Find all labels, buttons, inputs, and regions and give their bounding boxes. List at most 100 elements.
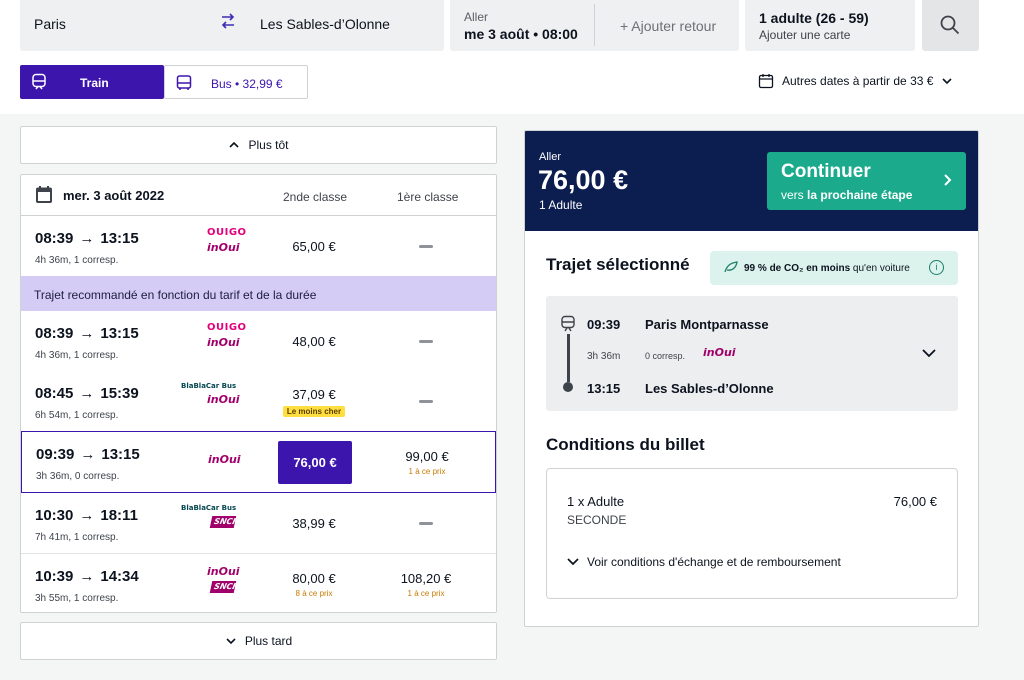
results-header: mer. 3 août 2022 2nde classe 1ère classe: [21, 175, 496, 216]
carrier-logos: OUIGO inOui: [181, 227, 251, 254]
departure-time: 10:30: [35, 507, 74, 524]
carrier-logos: BlaBlaCar Bus inOui: [181, 383, 251, 406]
info-icon[interactable]: i: [929, 260, 944, 275]
availability-note: 1 à ce prix: [407, 589, 445, 598]
journey-row[interactable]: 10:39 → 14:34 3h 55m, 1 corresp. inOui S…: [21, 554, 496, 612]
second-class-price[interactable]: 37,09 € Le moins cher: [271, 371, 357, 432]
price-value: 80,00 €: [292, 571, 336, 586]
train-icon: [32, 73, 46, 90]
carrier-logos: BlaBlaCar Bus SNCF: [181, 505, 251, 528]
search-button[interactable]: [922, 0, 979, 51]
second-class-price[interactable]: 48,00 €: [271, 311, 357, 372]
journey-meta: 4h 36m, 1 corresp.: [35, 255, 119, 266]
journey-meta: 4h 36m, 1 corresp.: [35, 350, 119, 361]
second-class-price[interactable]: 65,00 €: [271, 216, 357, 277]
trip-details[interactable]: 09:39 Paris Montparnasse 3h 36m 0 corres…: [546, 296, 958, 411]
arrow-right-icon: →: [79, 325, 95, 342]
trip-connections: 0 corresp.: [645, 351, 686, 361]
conditions-link[interactable]: Voir conditions d'échange et de rembours…: [567, 555, 841, 569]
passengers-field[interactable]: 1 adulte (26 - 59) Ajouter une carte: [745, 0, 915, 51]
journey-row[interactable]: 08:39 → 13:15 4h 36m, 1 corresp. OUIGO i…: [21, 311, 496, 372]
summary-header: Aller 76,00 € 1 Adulte Continuer vers la…: [525, 131, 978, 231]
second-class-price[interactable]: 80,00 € 8 à ce prix: [271, 554, 357, 612]
ouigo-logo: OUIGO: [207, 227, 247, 238]
second-class-price[interactable]: 38,99 €: [271, 493, 357, 554]
leaf-icon: [724, 260, 738, 276]
first-class-price[interactable]: 99,00 € 1 à ce prix: [384, 432, 470, 493]
price-value: 37,09 €: [292, 386, 336, 402]
earlier-button[interactable]: Plus tôt: [20, 126, 497, 164]
selected-trip-title: Trajet sélectionné: [546, 255, 690, 274]
add-card-link[interactable]: Ajouter une carte: [759, 28, 850, 42]
outbound-value[interactable]: me 3 août • 08:00: [464, 26, 578, 42]
availability-note: 8 à ce prix: [295, 589, 333, 598]
arrival-time: 13:15: [100, 230, 139, 247]
journey-row[interactable]: 08:45 → 15:39 6h 54m, 1 corresp. BlaBlaC…: [21, 371, 496, 432]
arrival-time: 15:39: [100, 385, 139, 402]
chevron-down-icon[interactable]: [922, 346, 936, 361]
first-class-price: [383, 493, 469, 554]
calendar-icon: [36, 186, 52, 203]
ticket-passenger: 1 x Adulte: [567, 494, 625, 509]
unavailable-dash: [419, 340, 433, 343]
journey-meta: 3h 36m, 0 corresp.: [36, 471, 120, 482]
arrival-dot: [563, 382, 573, 392]
outbound-label: Aller: [539, 151, 562, 163]
journey-times: 08:39 → 13:15: [35, 325, 139, 342]
other-dates-button[interactable]: Autres dates à partir de 33 €: [758, 73, 953, 89]
continue-button[interactable]: Continuer vers la prochaine étape: [767, 152, 966, 210]
origin-field[interactable]: Paris: [34, 16, 66, 32]
ticket-price: 76,00 €: [893, 494, 937, 509]
departure-time: 08:45: [35, 385, 74, 402]
first-class-price: [383, 216, 469, 277]
divider: [594, 4, 595, 46]
arrow-right-icon: →: [79, 568, 95, 585]
departure-time: 09:39: [587, 317, 621, 332]
journey-meta: 6h 54m, 1 corresp.: [35, 410, 119, 421]
arrow-right-icon: →: [79, 230, 95, 247]
co2-badge: 99 % de CO₂ en moins qu'en voiture i: [710, 251, 958, 285]
journey-meta: 3h 55m, 1 corresp.: [35, 593, 119, 604]
route-field[interactable]: Paris Les Sables-d’Olonne: [20, 0, 444, 51]
arrival-time: 14:34: [100, 568, 139, 585]
tab-bus-label: Bus • 32,99 €: [211, 77, 283, 91]
second-class-header: 2nde classe: [283, 190, 348, 204]
price-value: 38,99 €: [292, 516, 336, 531]
second-class-price[interactable]: 76,00 €: [272, 432, 358, 493]
inoui-logo: inOui: [207, 241, 240, 254]
swap-icon[interactable]: [219, 12, 237, 30]
selected-price[interactable]: 76,00 €: [278, 441, 352, 484]
tab-train-label: Train: [80, 76, 109, 90]
departure-time: 08:39: [35, 230, 74, 247]
outbound-label: Aller: [464, 10, 489, 24]
continue-subtitle: vers la prochaine étape: [781, 188, 913, 202]
ticket-class: SECONDE: [567, 513, 627, 527]
earlier-label: Plus tôt: [248, 138, 289, 152]
first-class-price[interactable]: 108,20 € 1 à ce prix: [383, 554, 469, 612]
blablacar-bus-logo: BlaBlaCar Bus: [181, 504, 237, 512]
first-class-header: 1ère classe: [397, 190, 459, 204]
journey-row[interactable]: 08:39 → 13:15 4h 36m, 1 corresp. OUIGO i…: [21, 216, 496, 277]
inoui-logo: inOui: [207, 393, 240, 406]
price-value: 65,00 €: [292, 239, 336, 254]
availability-note: 1 à ce prix: [408, 467, 446, 476]
destination-field[interactable]: Les Sables-d’Olonne: [260, 16, 390, 32]
inoui-logo: inOui: [207, 565, 240, 578]
journey-row[interactable]: 10:30 → 18:11 7h 41m, 1 corresp. BlaBlaC…: [21, 493, 496, 554]
departure-time: 09:39: [36, 446, 75, 463]
chevron-down-icon: [226, 638, 236, 645]
tab-bus[interactable]: Bus • 32,99 €: [164, 65, 308, 99]
conditions-label: Voir conditions d'échange et de rembours…: [587, 555, 841, 569]
journey-times: 08:39 → 13:15: [35, 230, 139, 247]
journey-row-selected[interactable]: 09:39 → 13:15 3h 36m, 0 corresp. inOui 7…: [21, 431, 496, 493]
unavailable-dash: [419, 245, 433, 248]
ouigo-logo: OUIGO: [207, 322, 247, 333]
tab-train[interactable]: Train: [20, 65, 164, 99]
later-button[interactable]: Plus tard: [20, 622, 497, 660]
add-return-button[interactable]: + Ajouter retour: [620, 18, 716, 34]
arrow-right-icon: →: [79, 385, 95, 402]
departure-station: Paris Montparnasse: [645, 317, 769, 332]
date-field[interactable]: Aller me 3 août • 08:00 + Ajouter retour: [450, 0, 739, 51]
chevron-down-icon: [567, 558, 579, 566]
route-line: [567, 334, 570, 382]
